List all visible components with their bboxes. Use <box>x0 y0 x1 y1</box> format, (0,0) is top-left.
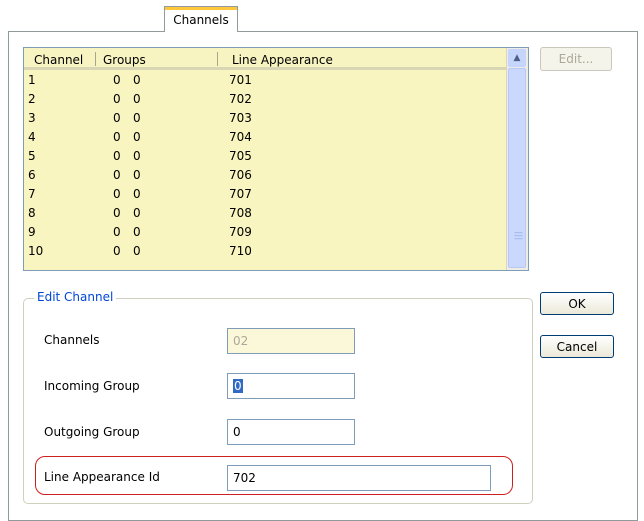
scrollbar-thumb[interactable]: — — — <box>508 68 526 268</box>
list-item[interactable]: 9 0 0 709 <box>24 222 507 241</box>
cell-outgoing-group: 0 <box>133 225 141 239</box>
edit-button-label: Edit... <box>558 52 594 66</box>
cell-incoming-group: 0 <box>113 149 121 163</box>
cell-channel: 5 <box>28 149 36 163</box>
cell-incoming-group: 0 <box>113 92 121 106</box>
column-header-channel[interactable]: Channel <box>34 53 83 67</box>
ok-button-label: OK <box>568 297 586 311</box>
outgoing-group-value: 0 <box>233 425 241 439</box>
list-item[interactable]: 3 0 0 703 <box>24 108 507 127</box>
column-divider[interactable] <box>217 52 218 66</box>
cell-outgoing-group: 0 <box>133 206 141 220</box>
cancel-button-label: Cancel <box>556 340 598 354</box>
cell-line-appearance: 702 <box>229 92 252 106</box>
cell-outgoing-group: 0 <box>133 92 141 106</box>
channels-value: 02 <box>233 334 249 348</box>
line-appearance-id-label: Line Appearance Id <box>44 470 160 484</box>
cell-incoming-group: 0 <box>113 111 121 125</box>
list-item[interactable]: 10 0 0 710 <box>24 241 507 260</box>
cell-channel: 8 <box>28 206 36 220</box>
cell-incoming-group: 0 <box>113 130 121 144</box>
cell-incoming-group: 0 <box>113 187 121 201</box>
list-item[interactable]: 2 0 0 702 <box>24 89 507 108</box>
channels-field: 02 <box>227 328 355 354</box>
list-item[interactable]: 8 0 0 708 <box>24 203 507 222</box>
list-item[interactable]: 6 0 0 706 <box>24 165 507 184</box>
line-appearance-id-input[interactable]: 702 <box>227 465 491 491</box>
grip-icon: — — — <box>514 228 523 244</box>
list-header: Channel Groups Line Appearance <box>24 48 507 70</box>
column-header-groups[interactable]: Groups <box>103 53 146 67</box>
cell-outgoing-group: 0 <box>133 244 141 258</box>
tab-channels-label: Channels <box>173 13 229 27</box>
cell-incoming-group: 0 <box>113 225 121 239</box>
cell-channel: 4 <box>28 130 36 144</box>
column-divider[interactable] <box>95 52 96 66</box>
list-item[interactable]: 1 0 0 701 <box>24 70 507 89</box>
outgoing-group-input[interactable]: 0 <box>227 419 355 445</box>
cell-channel: 2 <box>28 92 36 106</box>
cell-outgoing-group: 0 <box>133 130 141 144</box>
list-item[interactable]: 4 0 0 704 <box>24 127 507 146</box>
incoming-group-value: 0 <box>233 379 243 393</box>
channel-list[interactable]: Channel Groups Line Appearance 1 0 0 701 2 0 0… <box>23 47 529 271</box>
line-appearance-id-value: 702 <box>233 471 256 485</box>
chevron-up-icon[interactable]: ▲ <box>508 49 526 67</box>
outgoing-group-label: Outgoing Group <box>44 425 140 439</box>
cell-channel: 6 <box>28 168 36 182</box>
cell-line-appearance: 705 <box>229 149 252 163</box>
tab-channels[interactable]: Channels <box>164 6 238 32</box>
cell-line-appearance: 707 <box>229 187 252 201</box>
channels-label: Channels <box>44 333 100 347</box>
edit-button[interactable]: Edit... <box>540 47 612 71</box>
cell-channel: 10 <box>28 244 44 258</box>
cell-channel: 3 <box>28 111 36 125</box>
cell-line-appearance: 703 <box>229 111 252 125</box>
cell-outgoing-group: 0 <box>133 149 141 163</box>
column-header-line-appearance[interactable]: Line Appearance <box>232 53 333 67</box>
cell-incoming-group: 0 <box>113 168 121 182</box>
cell-incoming-group: 0 <box>113 244 121 258</box>
cancel-button[interactable]: Cancel <box>540 335 614 358</box>
cell-outgoing-group: 0 <box>133 168 141 182</box>
tab-accent <box>165 7 237 10</box>
cell-channel: 7 <box>28 187 36 201</box>
list-item[interactable]: 5 0 0 705 <box>24 146 507 165</box>
cell-line-appearance: 708 <box>229 206 252 220</box>
incoming-group-input[interactable]: 0 <box>227 373 355 399</box>
incoming-group-label: Incoming Group <box>44 379 140 393</box>
list-scrollbar[interactable]: ▲ — — — <box>506 48 528 270</box>
cell-line-appearance: 706 <box>229 168 252 182</box>
ok-button[interactable]: OK <box>540 292 614 315</box>
cell-outgoing-group: 0 <box>133 73 141 87</box>
cell-line-appearance: 710 <box>229 244 252 258</box>
cell-line-appearance: 704 <box>229 130 252 144</box>
cell-channel: 9 <box>28 225 36 239</box>
list-item[interactable]: 7 0 0 707 <box>24 184 507 203</box>
cell-incoming-group: 0 <box>113 206 121 220</box>
cell-outgoing-group: 0 <box>133 187 141 201</box>
cell-incoming-group: 0 <box>113 73 121 87</box>
cell-channel: 1 <box>28 73 36 87</box>
cell-line-appearance: 709 <box>229 225 252 239</box>
cell-line-appearance: 701 <box>229 73 252 87</box>
cell-outgoing-group: 0 <box>133 111 141 125</box>
list-rows: 1 0 0 701 2 0 0 702 3 0 0 703 4 0 0 704 5 0 0 705 6 0 0 706 7 0 0 7… <box>24 70 507 260</box>
edit-channel-title: Edit Channel <box>34 290 117 304</box>
